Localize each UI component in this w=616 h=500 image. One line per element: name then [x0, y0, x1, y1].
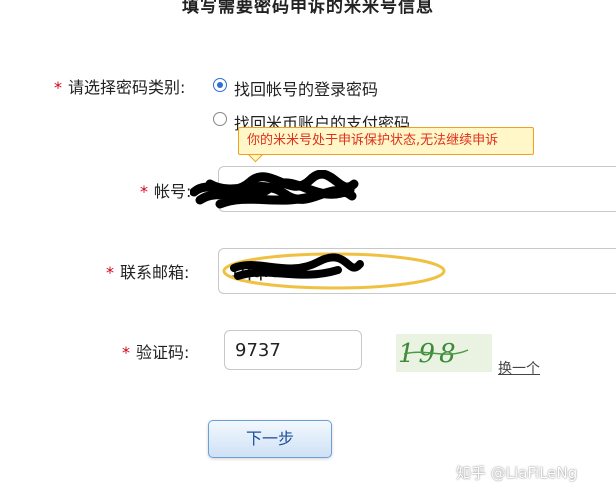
- radio-option-label: 找回帐号的登录密码: [234, 80, 379, 99]
- captcha-input[interactable]: [224, 330, 362, 370]
- email-label: * 联系邮箱:: [106, 259, 189, 283]
- error-tooltip: 你的米米号处于申诉保护状态,无法继续申诉: [238, 127, 534, 155]
- refresh-captcha-link[interactable]: 换一个: [498, 358, 540, 378]
- required-marker: *: [122, 343, 130, 362]
- password-type-label-text: 请选择密码类别:: [68, 78, 186, 97]
- captcha-image[interactable]: 198: [396, 334, 492, 372]
- next-step-button[interactable]: 下一步: [208, 420, 332, 458]
- radio-option-login-password[interactable]: 找回帐号的登录密码: [213, 76, 413, 99]
- email-label-text: 联系邮箱:: [120, 263, 190, 282]
- page-heading: 填写需要密码申诉的米米号信息: [182, 0, 434, 17]
- email-input[interactable]: [218, 248, 616, 294]
- radio-button-unchecked[interactable]: [213, 112, 227, 126]
- required-marker: *: [106, 263, 114, 282]
- captcha-label: * 验证码:: [122, 339, 189, 363]
- account-input[interactable]: [218, 166, 616, 212]
- captcha-label-text: 验证码:: [136, 343, 190, 362]
- required-marker: *: [54, 78, 62, 97]
- captcha-glyphs: 198: [398, 339, 469, 369]
- required-marker: *: [140, 182, 148, 201]
- zhihu-watermark: 知乎 @LiaFiLeNg: [456, 464, 578, 482]
- account-label: * 帐号:: [140, 178, 191, 202]
- account-label-text: 帐号:: [154, 182, 192, 201]
- radio-button-checked[interactable]: [213, 78, 227, 92]
- password-type-label: * 请选择密码类别:: [54, 74, 185, 98]
